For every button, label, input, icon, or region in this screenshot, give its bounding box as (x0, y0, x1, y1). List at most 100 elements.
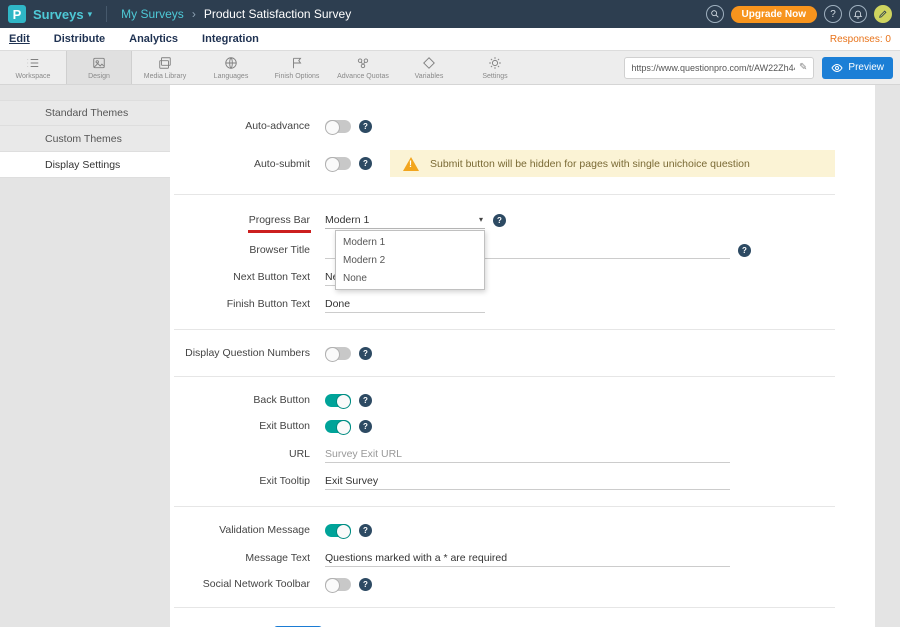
section-divider (174, 329, 835, 330)
browser-title-help-icon[interactable]: ? (738, 244, 751, 257)
validation-message-help-icon[interactable]: ? (359, 524, 372, 537)
toolbar-item-label: Design (88, 73, 110, 80)
toolbar-item-label: Advance Quotas (337, 73, 389, 80)
display-question-numbers-toggle[interactable] (325, 347, 351, 360)
browser-title-label: Browser Title (170, 243, 310, 257)
progress-bar-help-icon[interactable]: ? (493, 214, 506, 227)
warning-text: Submit button will be hidden for pages w… (430, 158, 750, 170)
toolbar-item-label: Languages (214, 73, 249, 80)
auto-advance-help-icon[interactable]: ? (359, 120, 372, 133)
toolbar-item-settings[interactable]: Settings (462, 51, 528, 84)
toolbar-item-label: Finish Options (275, 73, 320, 80)
notifications-bell-icon[interactable] (849, 5, 867, 23)
auto-submit-row: Auto-submit ? Submit button will be hidd… (170, 150, 875, 177)
breadcrumb-my-surveys[interactable]: My Surveys (121, 7, 184, 21)
auto-submit-toggle[interactable] (325, 157, 351, 170)
auto-advance-toggle[interactable] (325, 120, 351, 133)
message-text-label: Message Text (170, 551, 310, 565)
tab-analytics[interactable]: Analytics (129, 29, 178, 49)
main-nav: Edit Distribute Analytics Integration Re… (0, 28, 900, 50)
select-caret-down-icon: ▾ (479, 215, 483, 224)
search-icon[interactable] (706, 5, 724, 23)
message-text-input[interactable] (325, 549, 730, 567)
toolbar-item-media-library[interactable]: Media Library (132, 51, 198, 84)
toolbar-item-label: Media Library (144, 73, 186, 80)
toolbar-item-languages[interactable]: Languages (198, 51, 264, 84)
toolbar-item-label: Variables (415, 73, 444, 80)
progress-bar-select-wrap: Modern 1 ▾ Modern 1 Modern 2 None (325, 211, 485, 229)
toolbar-item-variables[interactable]: Variables (396, 51, 462, 84)
preview-button[interactable]: Preview (822, 57, 893, 79)
auto-advance-label: Auto-advance (170, 119, 310, 133)
dropdown-option-modern-1[interactable]: Modern 1 (336, 233, 484, 251)
validation-message-toggle[interactable] (325, 524, 351, 537)
back-button-toggle[interactable] (325, 394, 351, 407)
auto-advance-row: Auto-advance ? (170, 119, 875, 133)
edit-url-pencil-icon[interactable]: ✎ (799, 62, 807, 73)
back-button-help-icon[interactable]: ? (359, 394, 372, 407)
media-library-icon (158, 56, 172, 70)
tab-integration[interactable]: Integration (202, 29, 259, 49)
auto-submit-help-icon[interactable]: ? (359, 157, 372, 170)
exit-button-row: Exit Button ? (170, 419, 875, 433)
sidebar-item-custom-themes[interactable]: Custom Themes (0, 126, 170, 152)
toolbar-item-design[interactable]: Design (66, 51, 132, 84)
sidebar-item-display-settings[interactable]: Display Settings (0, 152, 170, 178)
upgrade-now-button[interactable]: Upgrade Now (731, 6, 817, 23)
toolbar-item-workspace[interactable]: Workspace (0, 51, 66, 84)
exit-tooltip-input[interactable] (325, 472, 730, 490)
chevron-down-icon[interactable]: ▾ (88, 9, 93, 20)
finish-button-text-input[interactable] (325, 295, 485, 313)
finish-flag-icon (290, 56, 304, 70)
social-network-toolbar-label: Social Network Toolbar (170, 577, 310, 591)
social-network-toolbar-toggle[interactable] (325, 578, 351, 591)
topbar: P Surveys ▾ My Surveys › Product Satisfa… (0, 0, 900, 28)
exit-tooltip-label: Exit Tooltip (170, 474, 310, 488)
dropdown-option-none[interactable]: None (336, 269, 484, 287)
questionpro-logo[interactable]: P (8, 5, 26, 23)
design-toolbar: Workspace Design Media Library Languages… (0, 50, 900, 85)
section-divider (174, 607, 835, 608)
social-network-toolbar-help-icon[interactable]: ? (359, 578, 372, 591)
progress-bar-label: Progress Bar (170, 213, 310, 227)
page-body: Standard Themes Custom Themes Display Se… (0, 85, 900, 627)
back-button-label: Back Button (170, 393, 310, 407)
preview-button-label: Preview (848, 62, 884, 73)
tab-distribute[interactable]: Distribute (54, 29, 105, 49)
toolbar-item-label: Settings (482, 73, 507, 80)
help-icon[interactable]: ? (824, 5, 842, 23)
exit-url-input[interactable] (325, 445, 730, 463)
breadcrumb-survey-title: Product Satisfaction Survey (204, 7, 351, 21)
survey-url-field[interactable]: https://www.questionpro.com/t/AW22Zh44 ✎ (624, 57, 814, 79)
back-button-row: Back Button ? (170, 393, 875, 407)
breadcrumb-separator-icon: › (192, 7, 196, 21)
progress-bar-selected-value: Modern 1 (325, 214, 369, 226)
gear-icon (488, 56, 502, 70)
progress-bar-select[interactable]: Modern 1 ▾ (325, 211, 485, 229)
display-question-numbers-help-icon[interactable]: ? (359, 347, 372, 360)
section-divider (174, 376, 835, 377)
finish-button-text-label: Finish Button Text (170, 297, 310, 311)
product-switcher[interactable]: Surveys (33, 7, 84, 22)
tab-edit[interactable]: Edit (9, 29, 30, 49)
exit-tooltip-row: Exit Tooltip (170, 472, 875, 490)
breadcrumb: My Surveys › Product Satisfaction Survey (121, 7, 351, 21)
toolbar-item-label: Workspace (16, 73, 51, 80)
responses-count[interactable]: Responses: 0 (830, 34, 891, 45)
toolbar-item-advance-quotas[interactable]: Advance Quotas (330, 51, 396, 84)
exit-url-row: URL (170, 445, 875, 463)
sidebar-item-standard-themes[interactable]: Standard Themes (0, 100, 170, 126)
edit-pencil-icon[interactable] (874, 5, 892, 23)
exit-button-toggle[interactable] (325, 420, 351, 433)
survey-url-text: https://www.questionpro.com/t/AW22Zh44 (631, 63, 795, 73)
auto-submit-warning: Submit button will be hidden for pages w… (390, 150, 835, 177)
toolbar-item-finish-options[interactable]: Finish Options (264, 51, 330, 84)
exit-button-help-icon[interactable]: ? (359, 420, 372, 433)
auto-submit-label: Auto-submit (170, 157, 310, 171)
dropdown-option-modern-2[interactable]: Modern 2 (336, 251, 484, 269)
quotas-icon (356, 56, 370, 70)
languages-globe-icon (224, 56, 238, 70)
variables-diamond-icon (422, 56, 436, 70)
annotation-red-underline: Progress Bar (249, 213, 310, 227)
workspace-list-icon (26, 56, 40, 70)
